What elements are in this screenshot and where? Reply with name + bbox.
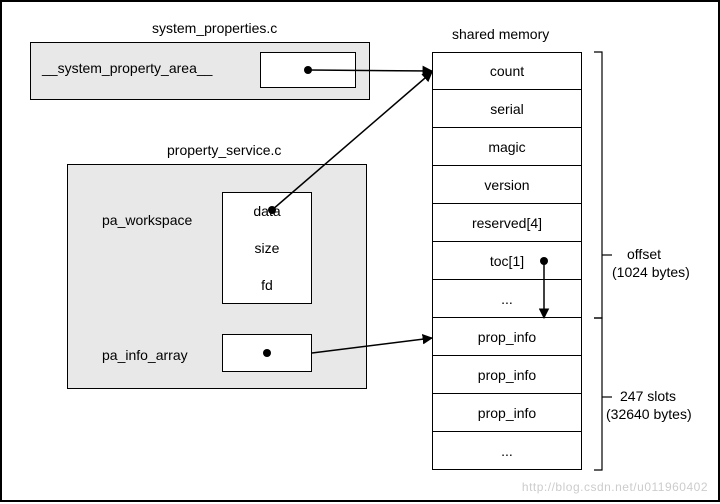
cell-prop3: prop_info: [432, 394, 582, 432]
cell-magic: magic: [432, 128, 582, 166]
pa-info-array-label: pa_info_array: [102, 347, 188, 363]
annot-slots: 247 slots: [620, 388, 676, 404]
mod2-title: property_service.c: [167, 142, 281, 158]
field-size: size: [222, 229, 312, 267]
shared-title: shared memory: [452, 26, 549, 42]
cell-count: count: [432, 52, 582, 90]
mod1-title: system_properties.c: [152, 20, 277, 36]
field-fd: fd: [222, 266, 312, 304]
diagram-canvas: system_properties.c __system_property_ar…: [0, 0, 720, 502]
mod1-ptr-dot: [304, 66, 312, 74]
cell-reserved: reserved[4]: [432, 204, 582, 242]
toc-dot: [540, 257, 548, 265]
memory-column: count serial magic version reserved[4] t…: [432, 52, 582, 470]
watermark: http://blog.csdn.net/u011960402: [522, 480, 708, 494]
pa-info-array-dot: [263, 349, 271, 357]
cell-serial: serial: [432, 90, 582, 128]
pa-workspace-label: pa_workspace: [102, 212, 192, 228]
mod1-var-label: __system_property_area__: [42, 60, 212, 76]
annot-slots-bytes: (32640 bytes): [606, 406, 692, 422]
field-data: data: [222, 192, 312, 230]
cell-dots2: ...: [432, 432, 582, 470]
annot-offset-bytes: (1024 bytes): [612, 264, 690, 280]
cell-dots1: ...: [432, 280, 582, 318]
cell-prop1: prop_info: [432, 318, 582, 356]
cell-prop2: prop_info: [432, 356, 582, 394]
annot-offset: offset: [627, 246, 661, 262]
cell-toc: toc[1]: [432, 242, 582, 280]
cell-version: version: [432, 166, 582, 204]
